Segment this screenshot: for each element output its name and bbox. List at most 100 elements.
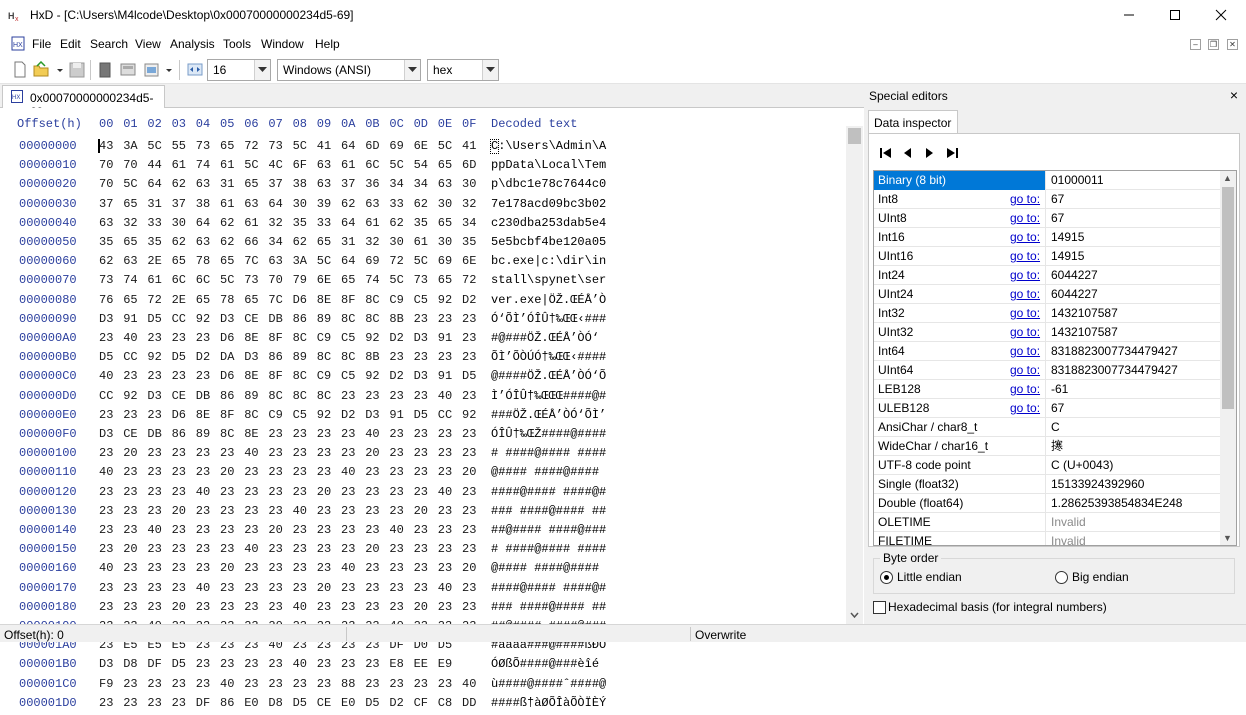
hex-byte[interactable]: 23 — [172, 331, 186, 345]
hex-byte[interactable]: 40 — [438, 581, 452, 595]
hex-row[interactable]: 00000040 63 32 33 30 64 62 61 32 35 33 64 61 62 35 65 34… — [0, 216, 846, 235]
hex-byte[interactable]: 23 — [462, 581, 476, 595]
hex-editor-view[interactable]: Offset(h) 00 01 02 03 04 05 06 07 08 09 0A 0B 0C 0D 0E… — [0, 108, 846, 710]
hex-byte[interactable]: 20 — [317, 581, 331, 595]
hex-byte[interactable]: 65 — [244, 177, 258, 191]
hex-byte[interactable]: 8C — [341, 350, 355, 364]
hex-byte[interactable]: D2 — [341, 408, 355, 422]
hex-byte[interactable]: 63 — [268, 254, 282, 268]
panel-close-icon[interactable]: × — [1230, 87, 1238, 103]
hex-byte[interactable]: 5C — [147, 139, 161, 153]
hex-byte[interactable]: DB — [147, 427, 161, 441]
menu-analysis[interactable]: Analysis — [170, 37, 215, 51]
hex-byte[interactable]: 23 — [341, 600, 355, 614]
hex-byte[interactable]: 40 — [244, 446, 258, 460]
hex-byte[interactable]: 40 — [99, 561, 113, 575]
hex-byte[interactable]: 23 — [317, 523, 331, 537]
decoded-text[interactable]: 7e178acd09bc3b02 — [491, 197, 606, 211]
hex-byte[interactable]: 8F — [220, 408, 234, 422]
hex-byte[interactable]: 23 — [293, 542, 307, 556]
hex-byte[interactable]: 63 — [365, 197, 379, 211]
hex-byte[interactable]: D2 — [389, 331, 403, 345]
hex-byte[interactable]: 73 — [414, 273, 428, 287]
decoded-text[interactable]: # ####@#### #### — [491, 542, 606, 556]
hex-byte[interactable]: 40 — [99, 369, 113, 383]
hex-byte[interactable]: 44 — [147, 158, 161, 172]
hex-row[interactable]: 00000130 23 23 23 20 23 23 23 23 40 23 23 23 23 20 23 23… — [0, 504, 846, 523]
hex-byte[interactable]: 23 — [414, 542, 428, 556]
hex-byte[interactable]: 23 — [317, 427, 331, 441]
hex-row[interactable]: 00000000 43 3A 5C 55 73 65 72 73 5C 41 64 6D 69 6E 5C 41… — [0, 139, 846, 158]
inspector-row[interactable]: UInt8 go to: 67 — [874, 209, 1220, 228]
hex-byte[interactable]: 65 — [438, 216, 452, 230]
hex-byte[interactable]: 23 — [389, 581, 403, 595]
hex-byte[interactable]: 23 — [293, 581, 307, 595]
hex-byte[interactable]: 40 — [389, 523, 403, 537]
next-icon[interactable] — [922, 146, 936, 160]
inspector-value[interactable]: 㩃 — [1047, 437, 1063, 455]
hex-byte[interactable]: 23 — [414, 465, 428, 479]
hex-byte[interactable]: 30 — [172, 216, 186, 230]
hex-byte[interactable]: 20 — [365, 446, 379, 460]
inspector-row[interactable]: UInt32 go to: 1432107587 — [874, 323, 1220, 342]
hex-byte[interactable]: 23 — [341, 389, 355, 403]
hex-byte[interactable]: 92 — [365, 369, 379, 383]
hex-byte[interactable]: 65 — [123, 293, 137, 307]
goto-link[interactable]: go to: — [1010, 304, 1040, 322]
hex-byte[interactable]: 23 — [172, 465, 186, 479]
hex-byte[interactable]: 40 — [438, 485, 452, 499]
hex-byte[interactable]: 33 — [317, 216, 331, 230]
hex-byte[interactable]: 23 — [123, 504, 137, 518]
decoded-text[interactable]: #@###ÖŽ.ŒÉÅ’ÒÓ‘ — [491, 331, 599, 345]
decoded-text[interactable]: ÓØßÕ####@###èîé — [491, 657, 599, 671]
hex-byte[interactable]: 23 — [268, 465, 282, 479]
mdi-minimize-button[interactable]: – — [1190, 39, 1201, 50]
hex-vertical-scrollbar[interactable] — [846, 126, 863, 624]
inspector-value[interactable]: 6044227 — [1047, 266, 1098, 284]
hex-byte[interactable]: 74 — [196, 158, 210, 172]
hex-byte[interactable]: 23 — [147, 408, 161, 422]
hex-byte[interactable]: DA — [220, 350, 234, 364]
hex-byte[interactable]: E8 — [389, 657, 403, 671]
hex-row[interactable]: 00000170 23 23 23 23 40 23 23 23 23 20 23 23 23 23 40 23… — [0, 581, 846, 600]
hex-byte[interactable]: 23 — [293, 485, 307, 499]
inspector-row[interactable]: UInt64 go to: 8318823007734479427 — [874, 361, 1220, 380]
hex-byte[interactable]: 20 — [462, 465, 476, 479]
hex-byte[interactable]: 2E — [172, 293, 186, 307]
hex-byte[interactable]: 23 — [220, 600, 234, 614]
hex-byte[interactable]: 62 — [220, 235, 234, 249]
hex-byte[interactable]: E9 — [438, 657, 452, 671]
hex-byte[interactable]: 62 — [389, 216, 403, 230]
hex-byte[interactable]: CE — [123, 427, 137, 441]
goto-link[interactable]: go to: — [1010, 247, 1040, 265]
hex-byte[interactable]: 23 — [341, 504, 355, 518]
hex-byte[interactable]: 23 — [438, 312, 452, 326]
inspector-value[interactable]: 67 — [1047, 190, 1064, 208]
delete-icon[interactable] — [97, 61, 113, 78]
hex-byte[interactable]: 23 — [123, 561, 137, 575]
hex-byte[interactable]: 41 — [317, 139, 331, 153]
hex-byte[interactable]: 23 — [123, 696, 137, 710]
scrollbar-thumb[interactable] — [1222, 187, 1234, 409]
decoded-text[interactable]: ### ####@#### ## — [491, 504, 606, 518]
hex-byte[interactable]: 23 — [365, 523, 379, 537]
inspector-value[interactable]: C (U+0043) — [1047, 456, 1113, 474]
hex-byte[interactable]: 23 — [147, 542, 161, 556]
hex-byte[interactable]: 20 — [365, 542, 379, 556]
inspector-value[interactable]: 14915 — [1047, 247, 1084, 265]
hex-byte[interactable]: 8C — [317, 350, 331, 364]
hex-byte[interactable]: 62 — [172, 177, 186, 191]
goto-link[interactable]: go to: — [1010, 399, 1040, 417]
hex-byte[interactable]: DD — [462, 696, 476, 710]
hex-byte[interactable]: 74 — [123, 273, 137, 287]
hex-byte[interactable]: 6E — [317, 273, 331, 287]
hex-byte[interactable]: 40 — [341, 561, 355, 575]
hex-row[interactable]: 00000140 23 23 40 23 23 23 23 20 23 23 23 23 40 23 23 23… — [0, 523, 846, 542]
hex-byte[interactable]: 23 — [293, 523, 307, 537]
hex-byte[interactable]: 23 — [438, 561, 452, 575]
menu-file[interactable]: File — [32, 37, 51, 51]
ram-dropdown-icon[interactable] — [164, 61, 174, 78]
hex-byte[interactable]: C5 — [414, 293, 428, 307]
document-tab[interactable]: HX 0x00070000000234d5-69 — [2, 85, 165, 119]
hex-byte[interactable]: 23 — [389, 389, 403, 403]
